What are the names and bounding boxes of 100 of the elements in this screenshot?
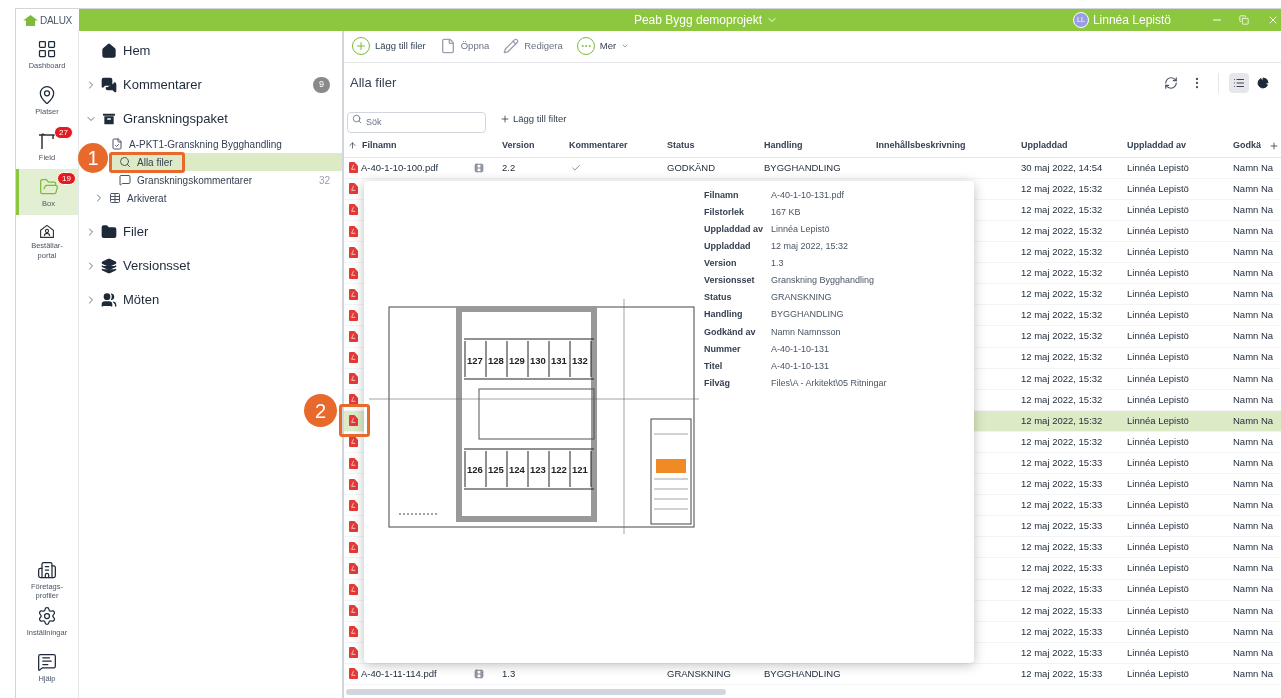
version-cell-text: 1.3 [502, 666, 517, 681]
search-field[interactable]: Sök [347, 111, 486, 133]
add-filter-button[interactable]: Lägg till filter [500, 111, 567, 126]
uploader-name: Linnéa Lepistö [1127, 245, 1190, 259]
close-icon[interactable] [1267, 14, 1279, 26]
status-cell-text: GRANSKNING [667, 666, 732, 681]
pdf-file-icon [349, 520, 358, 532]
pencil-icon [503, 38, 520, 55]
tree-item[interactable]: Versionsset [85, 249, 342, 283]
column-header[interactable]: Handling [764, 138, 876, 153]
approver-name: Namn Na [1233, 624, 1274, 639]
uploader-name: Linnéa Lepistö [1127, 645, 1190, 660]
tree-label: Granskningskommentarer [137, 173, 253, 188]
uploaded-date: 12 maj 2022, 15:32 [1021, 434, 1104, 449]
approver-name: Namn Na [1233, 498, 1274, 513]
pie-chart-icon [1257, 76, 1269, 89]
detail-label: Titel [704, 359, 724, 373]
notification-badge: 27 [54, 126, 73, 139]
table-row[interactable]: A-40-1-10-100.pdf 2.2 GODKÄND BYGGHANDLING 30 maj 2022, 14:54 Linnéa Lepistö Namn Na [344, 157, 1281, 179]
column-header[interactable]: Version [502, 138, 569, 153]
tree-item[interactable]: Arkiverat [93, 189, 342, 207]
column-header[interactable]: Kommentarer [569, 138, 667, 153]
pdf-file-icon [349, 183, 358, 195]
tree-item[interactable]: Filer [85, 215, 342, 249]
pdf-file-icon [349, 162, 358, 174]
layers-icon [101, 258, 117, 274]
building-icon [37, 560, 57, 580]
approver-name: Namn Na [1233, 561, 1274, 576]
column-header[interactable]: Uppladdad av [1127, 138, 1233, 153]
uploaded-date: 12 maj 2022, 15:32 [1021, 413, 1104, 428]
logo-text: DALUX [39, 13, 73, 28]
count-label: 32 [318, 173, 330, 188]
tree-item[interactable]: Kommentarer 9 [85, 68, 342, 102]
uploader-name: Linnéa Lepistö [1127, 308, 1190, 323]
uploaded-date: 12 maj 2022, 15:33 [1021, 455, 1104, 470]
pdf-file-icon [349, 563, 358, 574]
tree-label: Möten [123, 291, 160, 310]
tree-item[interactable]: Granskningskommentarer 32 [111, 171, 342, 189]
uploaded-date: 12 maj 2022, 15:33 [1021, 666, 1104, 681]
tree-item[interactable]: Hem [85, 34, 342, 68]
detail-label: Filväg [704, 376, 731, 390]
tree-item[interactable]: Granskningspaket [85, 102, 342, 136]
pdf-file-icon [349, 478, 358, 490]
approver-name: Namn Na [1233, 287, 1274, 302]
list-icon [1233, 76, 1245, 89]
toolbar-button[interactable]: Lägg till filer [352, 37, 426, 56]
uploader-name: Linnéa Lepistö [1127, 561, 1190, 576]
uploader-name: Linnéa Lepistö [1127, 582, 1190, 597]
uploader-name: Linnéa Lepistö [1127, 287, 1190, 302]
detail-value: A-40-1-10-131.pdf [771, 188, 845, 202]
column-header[interactable]: Uppladdad [1021, 138, 1127, 153]
list-view-button[interactable] [1229, 72, 1249, 93]
toolbar-button[interactable]: Mer [576, 37, 630, 56]
pdf-file-icon [349, 647, 358, 659]
tree-item[interactable]: Möten [85, 283, 342, 317]
document-check-icon [111, 138, 123, 150]
highlight-frame [339, 404, 370, 437]
status-cell-text: GODKÄND [667, 160, 717, 175]
pdf-file-icon [349, 373, 358, 385]
uploader-name: Linnéa Lepistö [1127, 181, 1190, 196]
uploaded-date: 12 maj 2022, 15:32 [1021, 350, 1104, 365]
column-header[interactable]: Status [667, 138, 764, 153]
uploaded-date: 12 maj 2022, 15:32 [1021, 329, 1104, 344]
uploader-name: Linnéa Lepistö [1127, 160, 1190, 175]
approver-name: Namn Na [1233, 603, 1274, 618]
horizontal-scrollbar[interactable] [346, 688, 726, 695]
step-marker: 2 [304, 394, 337, 427]
handling-cell-text: BYGGHANDLING [764, 666, 842, 681]
column-header[interactable]: Filnamn [344, 138, 502, 153]
tree-label: Alla filer [137, 155, 173, 170]
floor-plan-drawing: 127 128 129 130 131 132 126 125 124 123 122 121 [369, 299, 699, 534]
uploader-name: Linnéa Lepistö [1127, 603, 1190, 618]
uploaded-date: 12 maj 2022, 15:32 [1021, 223, 1104, 238]
tree-label: Hem [123, 42, 151, 61]
tree-item[interactable]: Alla filer [111, 153, 342, 171]
approver-name: Namn Na [1233, 392, 1274, 407]
approver-name: Namn Na [1233, 434, 1274, 449]
detail-value: Files\A - Arkitekt\05 Ritningar [771, 376, 887, 390]
sort-arrow-icon [348, 141, 357, 151]
detail-label: Filnamn [704, 188, 740, 202]
detail-label: Godkänd av [704, 325, 757, 339]
approver-name: Namn Na [1233, 350, 1274, 365]
pdf-file-icon [349, 309, 358, 321]
search-icon [352, 113, 362, 124]
column-header[interactable]: Godkä [1233, 138, 1269, 153]
tree-item[interactable]: A-PKT1-Granskning Bygghandling [111, 135, 342, 153]
uploaded-date: 12 maj 2022, 15:32 [1021, 287, 1104, 302]
pdf-file-icon [349, 288, 358, 300]
column-header[interactable]: Innehållsbeskrivning [876, 138, 1021, 153]
refresh-icon[interactable] [1164, 75, 1178, 90]
uploader-name: Linnéa Lepistö [1127, 371, 1190, 386]
uploaded-date: 12 maj 2022, 15:33 [1021, 498, 1104, 513]
approver-name: Namn Na [1233, 540, 1274, 555]
detail-value: GRANSKNING [771, 291, 832, 305]
folder-icon [101, 224, 117, 240]
detail-label: Uppladdad av [704, 223, 764, 236]
approver-name: Namn Na [1233, 645, 1274, 660]
add-column-icon[interactable] [1269, 140, 1279, 151]
detail-value: Linnéa Lepistö [771, 223, 830, 236]
approver-name: Namn Na [1233, 202, 1274, 217]
